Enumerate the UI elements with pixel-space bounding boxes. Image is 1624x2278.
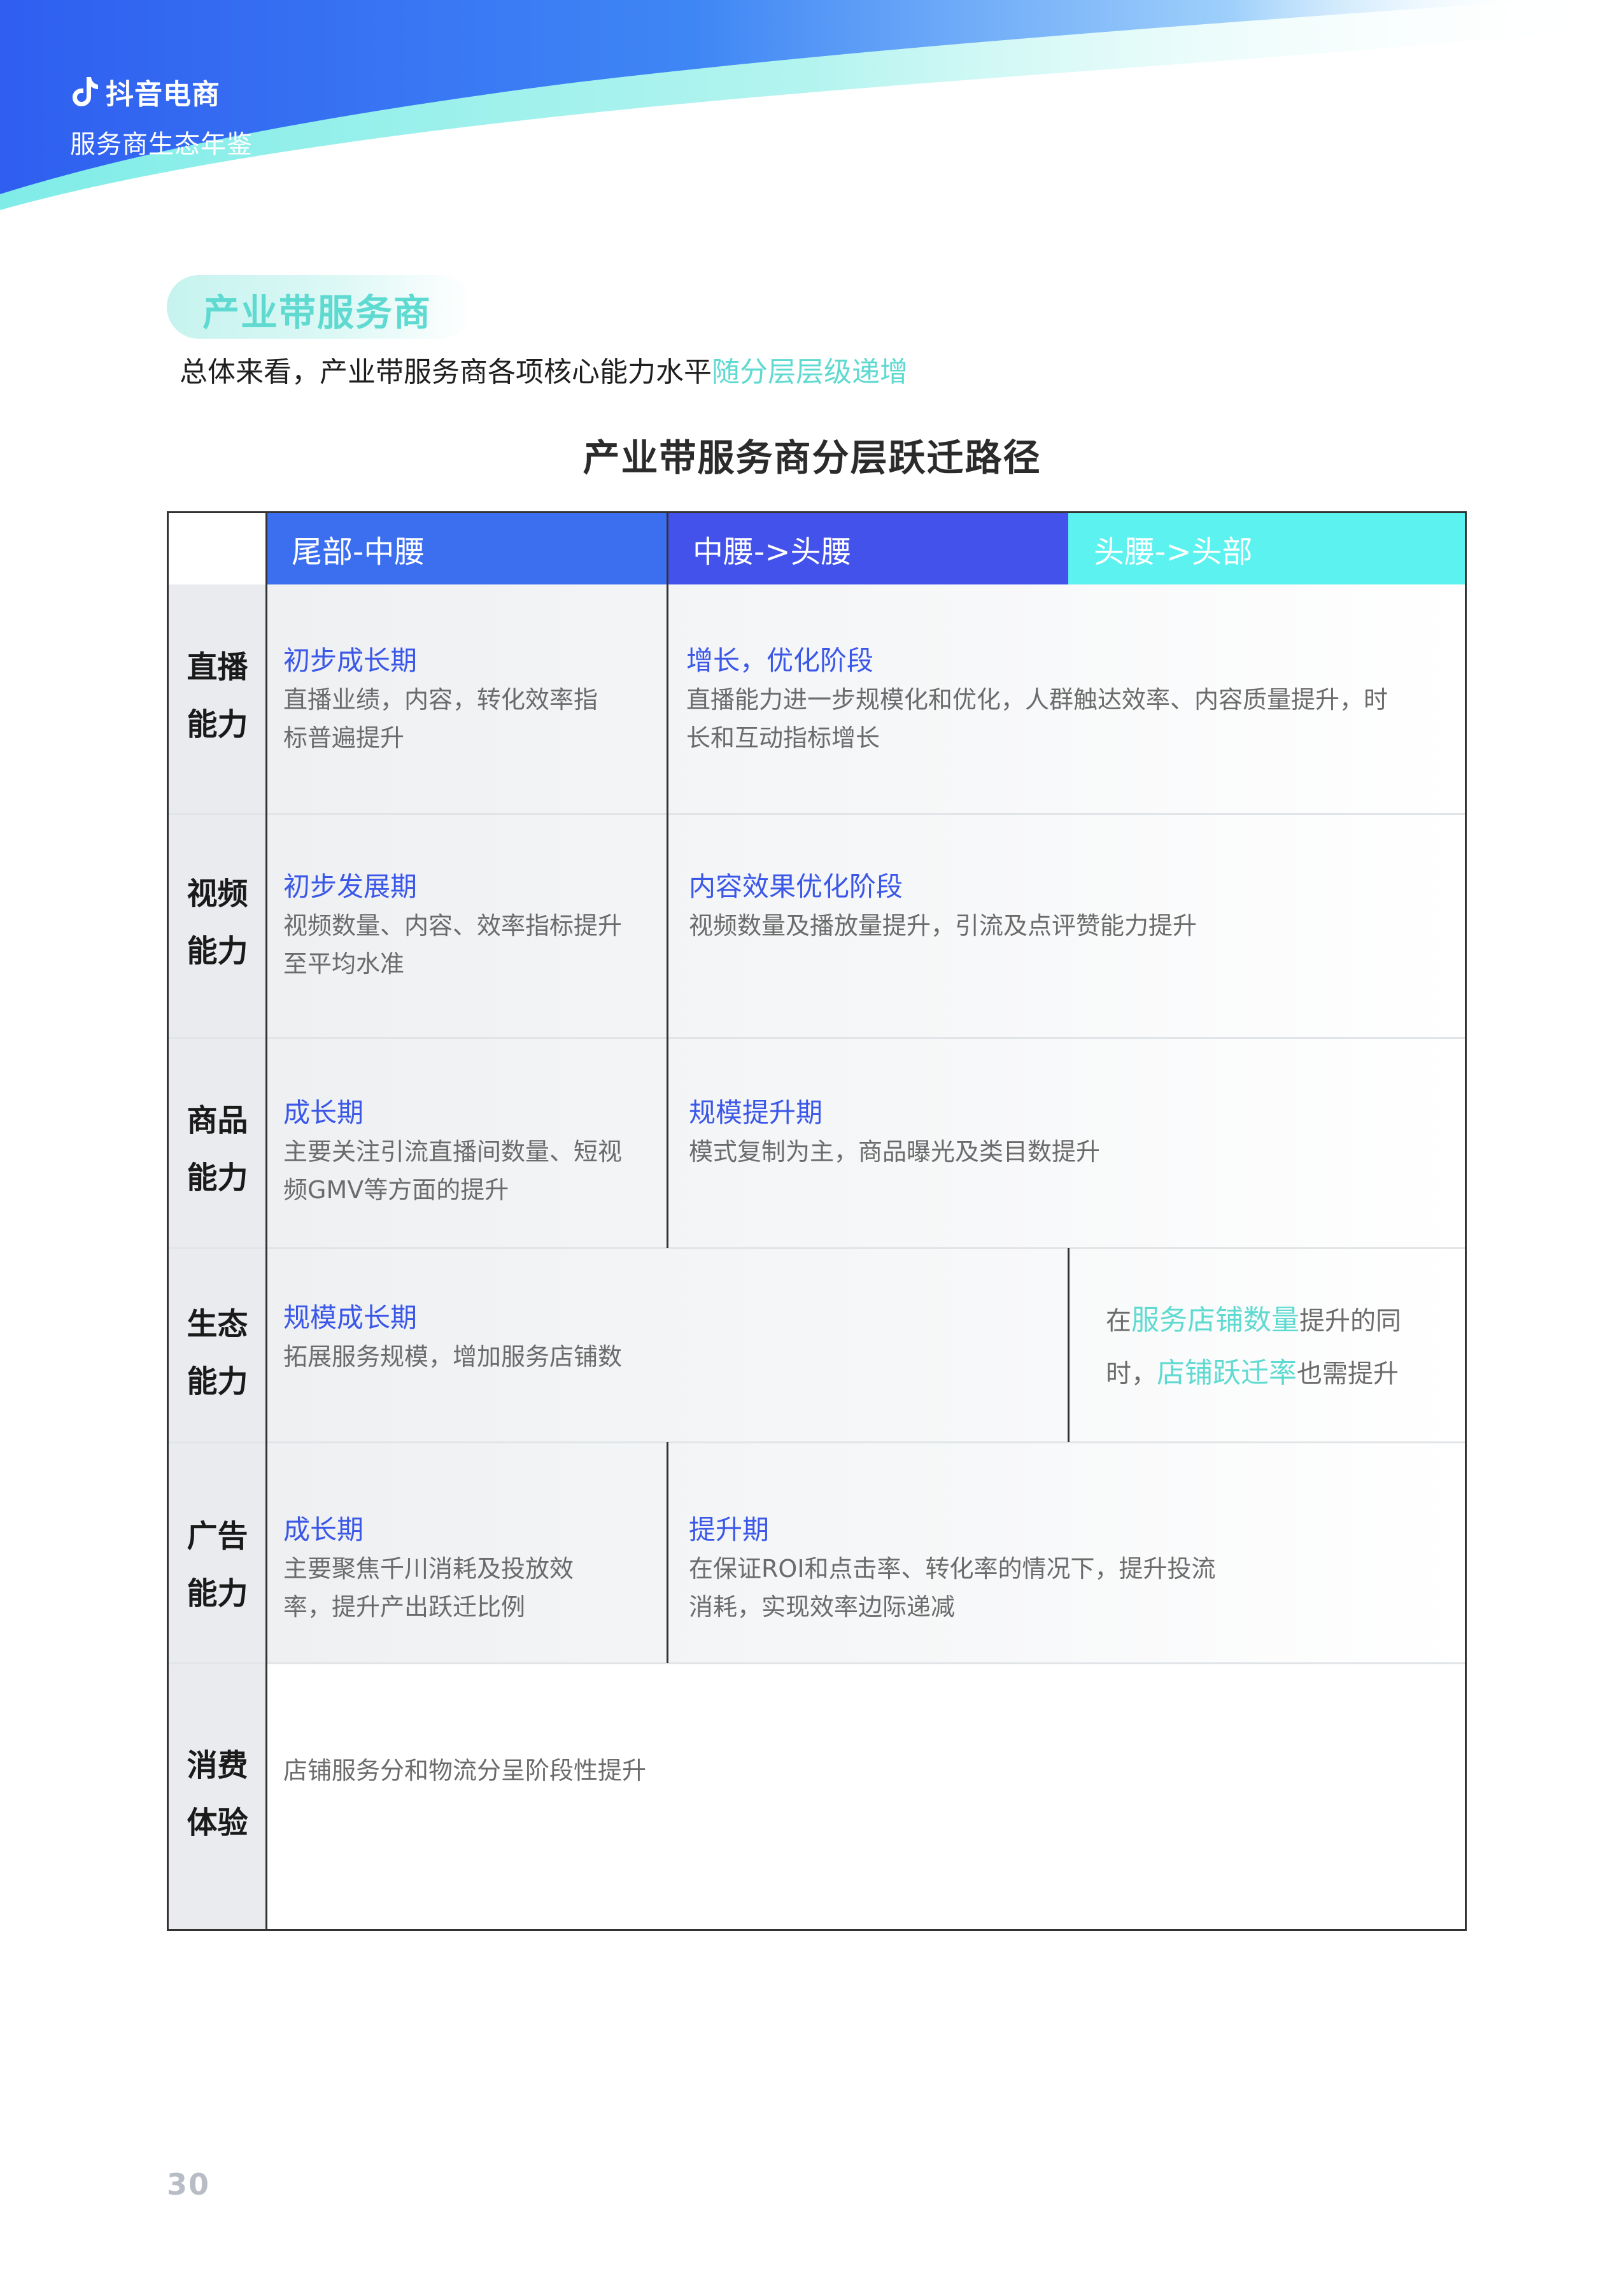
brand-name: 抖音电商 bbox=[106, 78, 220, 111]
section-summary: 总体来看，产业带服务商各项核心能力水平随分层层级递增 bbox=[180, 349, 908, 390]
summary-highlight: 随分层层级递增 bbox=[712, 356, 908, 388]
table-frame bbox=[167, 511, 1467, 1931]
page-number: 30 bbox=[167, 2167, 211, 2202]
table-title: 产业带服务商分层跃迁路径 bbox=[583, 436, 1041, 479]
douyin-logo-icon bbox=[73, 77, 98, 106]
brand-subtitle: 服务商生态年鉴 bbox=[70, 130, 253, 159]
summary-text: 总体来看，产业带服务商各项核心能力水平 bbox=[180, 356, 712, 388]
section-tag: 产业带服务商 bbox=[202, 291, 432, 334]
brand-block: 抖音电商 服务商生态年鉴 bbox=[70, 71, 253, 160]
tier-migration-table: 尾部-中腰 中腰->头腰 头腰->头部 直播 能力 初步成长期 直播业绩，内容，… bbox=[167, 511, 1467, 1931]
